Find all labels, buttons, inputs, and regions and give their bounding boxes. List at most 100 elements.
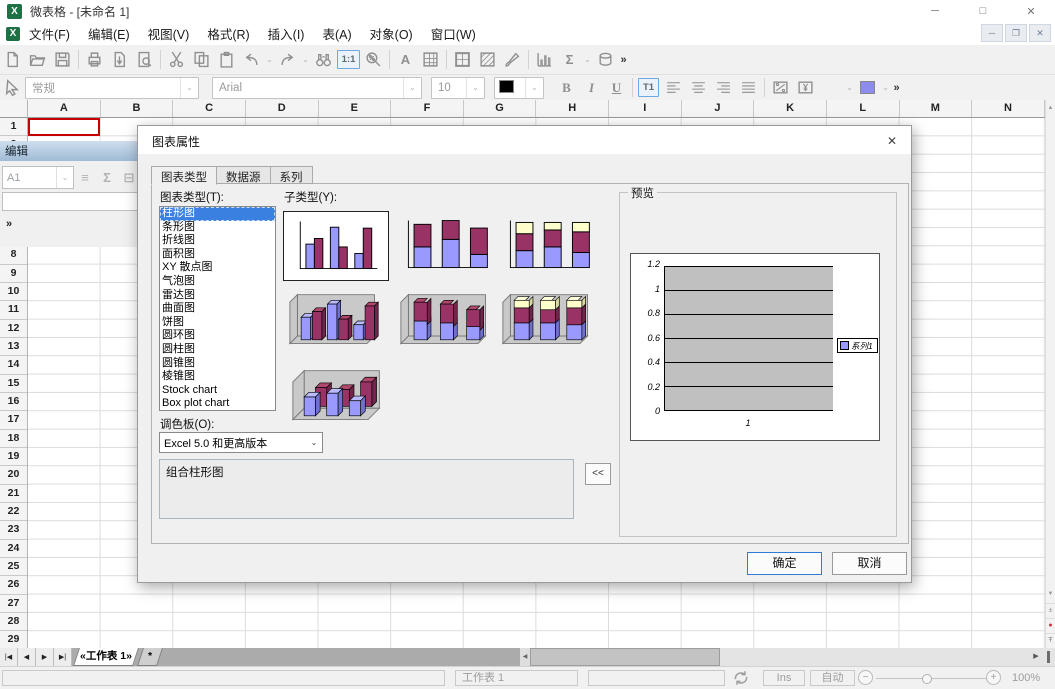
next-sheet-icon[interactable]: ▶ (36, 648, 54, 666)
menu-item[interactable]: 编辑(E) (79, 22, 139, 45)
italic-button[interactable]: I (579, 76, 604, 100)
row-header[interactable]: 13 (0, 338, 27, 356)
minimize-icon[interactable]: ─ (911, 0, 959, 22)
borders-button[interactable] (450, 48, 475, 72)
subtype-100-stacked-column[interactable] (496, 211, 600, 279)
column-header[interactable]: D (246, 100, 319, 117)
vertical-scrollbar[interactable]: ▲ ▼ ± ● Ŧ (1045, 100, 1055, 648)
first-sheet-icon[interactable]: |◀ (0, 648, 18, 666)
font-button[interactable]: A (393, 48, 418, 72)
hscroll-thumb[interactable] (530, 648, 720, 666)
chart-type-listbox[interactable]: 柱形图条形图折线图面积图XY 散点图气泡图雷达图曲面图饼图圆环图圆柱图圆锥图棱锥… (159, 206, 276, 411)
chart-type-option[interactable]: 折线图 (160, 234, 275, 248)
row-header[interactable]: 19 (0, 448, 27, 466)
horizontal-scrollbar[interactable] (530, 648, 1030, 666)
export-pdf-button[interactable] (107, 48, 132, 72)
zoom-slider-thumb[interactable] (922, 674, 932, 684)
chart-type-option[interactable]: 饼图 (160, 316, 275, 330)
zoom-button[interactable] (361, 48, 386, 72)
palette-select[interactable]: Excel 5.0 和更高版本 ⌄ (159, 432, 323, 453)
row-header[interactable]: 27 (0, 595, 27, 613)
chart-type-option[interactable]: 圆柱图 (160, 343, 275, 357)
row-header[interactable]: 25 (0, 558, 27, 576)
cancel-button[interactable]: 取消 (832, 552, 907, 575)
column-header[interactable]: M (900, 100, 973, 117)
column-header[interactable]: G (464, 100, 537, 117)
maximize-icon[interactable]: □ (959, 0, 1007, 22)
scroll-down-icon[interactable]: ▼ (1046, 588, 1055, 600)
select-all-corner[interactable] (0, 100, 28, 118)
bold-button[interactable]: B (554, 76, 579, 100)
view-nav-dot-icon[interactable]: ● (1046, 618, 1055, 633)
font-name-select[interactable]: Arial ⌄ (212, 77, 422, 99)
underline-button[interactable]: U (604, 76, 629, 100)
insert-mode-indicator[interactable]: Ins (763, 670, 805, 686)
fill-color-dropdown-icon[interactable]: ⌄ (844, 83, 855, 92)
ok-button[interactable]: 确定 (747, 552, 822, 575)
align-justify-button[interactable] (736, 76, 761, 100)
autosum-dropdown-icon[interactable]: ⌄ (582, 55, 593, 64)
list-icon[interactable]: ≡ (74, 170, 96, 185)
prev-sheet-icon[interactable]: ◀ (18, 648, 36, 666)
hscroll-left-icon[interactable]: ◀ (520, 648, 530, 666)
row-header[interactable]: 14 (0, 356, 27, 374)
sheet-tab-active[interactable]: «工作表 1» (76, 648, 136, 666)
doc-restore-icon[interactable]: ❐ (1005, 24, 1027, 42)
row-header[interactable]: 1 (0, 118, 27, 136)
format-painter-button[interactable] (500, 48, 525, 72)
dialog-close-icon[interactable]: ✕ (883, 132, 901, 150)
database-button[interactable] (593, 48, 618, 72)
font-size-select[interactable]: 10 ⌄ (431, 77, 485, 99)
zoom-in-icon[interactable]: + (986, 670, 1001, 685)
view-nav-next-icon[interactable]: Ŧ (1046, 633, 1055, 648)
auto-indicator[interactable]: 自动 (810, 670, 855, 686)
row-header[interactable]: 15 (0, 375, 27, 393)
chart-type-option[interactable]: 柱形图 (160, 207, 275, 221)
subtype-3d-column[interactable] (286, 363, 390, 431)
column-header[interactable]: E (319, 100, 392, 117)
chart-type-option[interactable]: 棱锥图 (160, 370, 275, 384)
menu-item[interactable]: 视图(V) (139, 22, 199, 45)
menu-item[interactable]: 对象(O) (361, 22, 422, 45)
doc-minimize-icon[interactable]: ─ (981, 24, 1003, 42)
row-header[interactable]: 10 (0, 283, 27, 301)
row-header[interactable]: 28 (0, 613, 27, 631)
align-center-button[interactable] (686, 76, 711, 100)
row-header[interactable]: 29 (0, 631, 27, 648)
subtype-stacked-column[interactable] (394, 211, 498, 279)
toolbar-overflow-icon[interactable]: » (618, 54, 629, 66)
fill-color-button[interactable] (855, 76, 880, 100)
insert-chart-button[interactable] (532, 48, 557, 72)
menu-item[interactable]: 窗口(W) (422, 22, 485, 45)
print-button[interactable] (82, 48, 107, 72)
zoom-out-icon[interactable]: − (858, 670, 873, 685)
sigma-icon[interactable]: Σ (96, 170, 118, 185)
doc-close-icon[interactable]: ✕ (1029, 24, 1051, 42)
fill-pattern-button[interactable] (475, 48, 500, 72)
chart-type-option[interactable]: XY 散点图 (160, 261, 275, 275)
scroll-up-icon[interactable]: ▲ (1046, 102, 1055, 114)
row-header[interactable]: 22 (0, 503, 27, 521)
align-left-button[interactable] (661, 76, 686, 100)
hscroll-right-icon[interactable]: ▶ (1030, 648, 1042, 666)
column-header[interactable]: H (536, 100, 609, 117)
split-handle[interactable] (1042, 648, 1055, 666)
row-header[interactable]: 18 (0, 430, 27, 448)
row-header[interactable]: 11 (0, 301, 27, 319)
row-header[interactable]: 21 (0, 485, 27, 503)
column-header[interactable]: B (101, 100, 174, 117)
find-button[interactable] (311, 48, 336, 72)
select-cursor-button[interactable] (0, 76, 25, 100)
column-header[interactable]: F (391, 100, 464, 117)
close-icon[interactable]: ✕ (1007, 0, 1055, 22)
column-header[interactable]: K (754, 100, 827, 117)
redo-button[interactable] (275, 48, 300, 72)
subtype-clustered-column[interactable] (283, 211, 389, 281)
copy-button[interactable] (189, 48, 214, 72)
name-box[interactable]: A1 ⌄ (2, 166, 74, 189)
column-header[interactable]: N (972, 100, 1045, 117)
tab-data-source[interactable]: 数据源 (216, 166, 271, 184)
zoom-level[interactable]: 100% (1012, 672, 1040, 684)
tab-series[interactable]: 系列 (270, 166, 313, 184)
menu-item[interactable]: 格式(R) (198, 22, 258, 45)
